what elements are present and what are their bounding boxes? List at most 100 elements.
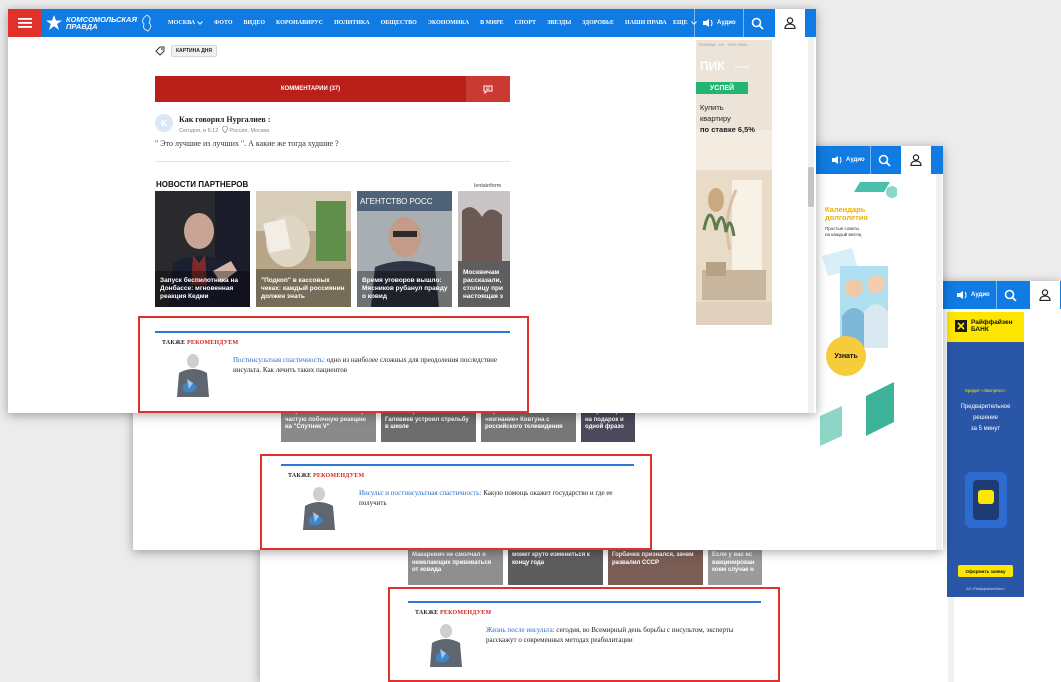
- bank-cta-button[interactable]: Оформить заявку: [958, 565, 1013, 577]
- search-icon: [1004, 289, 1017, 302]
- comment-icon-area: [466, 76, 510, 102]
- speaker-icon: [832, 156, 842, 164]
- menu-item-economy[interactable]: Экономика: [428, 20, 469, 26]
- region-selector[interactable]: Москва: [168, 20, 203, 26]
- also-recommend-block: ТАКЖЕ РЕКОМЕНДУЕМ Жизнь после инсульта: …: [408, 601, 761, 679]
- nav-divider: [996, 281, 997, 309]
- health-ad[interactable]: Календарь долголетия Простые советы на каж…: [820, 176, 897, 461]
- recommend-link[interactable]: Жизнь после инсульта:: [486, 626, 555, 634]
- partner-card-overlay-text: АГЕНТСТВО РОСС: [360, 197, 433, 206]
- comments-button[interactable]: КОММЕНТАРИИ (37): [155, 76, 510, 102]
- user-icon: [784, 17, 796, 29]
- comment-author[interactable]: Как говорил Нургалиев :: [179, 115, 270, 124]
- pik-brand-sub: Ипотека: [734, 64, 750, 69]
- menu-item-foto[interactable]: Фото: [214, 20, 232, 26]
- menu-item-rights[interactable]: Наши права: [625, 20, 667, 26]
- article-tag: КАРТИНА ДНЯ: [155, 45, 217, 57]
- article-thumbnail[interactable]: [295, 486, 343, 530]
- recommend-text: Жизнь после инсульта: сегодня, во Всемир…: [486, 626, 734, 644]
- recommend-link[interactable]: Инсульт и постинсультная спастичность:: [359, 489, 481, 497]
- also-recommend-heading: ТАКЖЕ РЕКОМЕНДУЕМ: [162, 340, 239, 346]
- comments-label: КОММЕНТАРИИ (37): [280, 86, 341, 92]
- scrollbar[interactable]: [808, 37, 814, 413]
- location-icon: [221, 125, 228, 134]
- health-ad-cta[interactable]: Узнать: [826, 336, 866, 376]
- divider: [155, 161, 510, 162]
- comment-text: " Это лучшие из лучших ". А какие же тог…: [155, 139, 339, 148]
- recommend-link[interactable]: Постинсультная спастичность:: [233, 356, 325, 364]
- audio-label: Аудио: [846, 157, 865, 163]
- bank-brand: Райффайзен БАНК: [971, 319, 1013, 333]
- user-icon: [1039, 289, 1051, 301]
- partner-card[interactable]: АГЕНТСТВО РОСС Время уговоров вышло: Мяс…: [357, 191, 452, 307]
- bank-offer: Предварительное решение за 5 минут: [960, 404, 1011, 432]
- site-logo[interactable]: Комсомольская правда: [46, 13, 153, 33]
- main-menu: Москва Фото Видео Коронавирус Политика О…: [168, 9, 667, 37]
- real-estate-ad[interactable]: РЕКЛАМА · 16+ · ООО «ПИК» ПИК Ипотека УС…: [696, 40, 772, 325]
- recommend-text: Инсульт и постинсультная спастичность: К…: [359, 489, 613, 507]
- also-recommend-block: ТАКЖЕ РЕКОМЕНДУЕМ Инсульт и постинсультн…: [281, 464, 634, 542]
- bank-ad[interactable]: Райффайзен БАНК Кредит «Экспресс» Предвар…: [947, 312, 1024, 597]
- pik-badge: УСПЕЙ: [696, 82, 748, 94]
- search-button[interactable]: [1004, 281, 1017, 309]
- pik-offer: Купить квартиру по ставке 6,5%: [700, 103, 755, 134]
- user-button[interactable]: [775, 9, 805, 37]
- menu-item-sport[interactable]: Спорт: [515, 20, 536, 26]
- hamburger-icon: [18, 18, 32, 28]
- avatar: K: [155, 114, 173, 132]
- partner-card[interactable]: "Подкоп" в кассовых чеках: каждый россия…: [256, 191, 351, 307]
- partner-card[interactable]: Горбачев признался, зачем развалил СССР: [608, 549, 703, 585]
- search-icon: [751, 17, 764, 30]
- speaker-icon: [957, 291, 967, 299]
- partners-source-logo[interactable]: lentainform: [474, 183, 501, 189]
- partner-card-caption: Макаревич не смолчал о нежелающих привив…: [412, 552, 492, 573]
- search-button[interactable]: [751, 9, 764, 37]
- search-icon: [878, 154, 891, 167]
- audio-button[interactable]: Аудио: [702, 9, 736, 37]
- partner-news-row: Запуск беспилотника на Донбассе: мгновен…: [155, 191, 510, 307]
- audio-button[interactable]: Аудио: [831, 146, 865, 174]
- partner-card[interactable]: может круто измениться к концу года: [508, 549, 603, 585]
- scrollbar-thumb[interactable]: [808, 167, 814, 207]
- partner-card[interactable]: Макаревич не смолчал о нежелающих привив…: [408, 549, 503, 585]
- speaker-icon: [703, 19, 713, 27]
- user-button[interactable]: [1030, 281, 1060, 309]
- health-ad-title: Календарь долголетия: [825, 205, 868, 222]
- menu-item-health[interactable]: Здоровье: [582, 20, 614, 26]
- partner-news-row: Макаревич не смолчал о нежелающих привив…: [408, 549, 762, 585]
- nav-divider: [694, 9, 695, 37]
- tag-pill[interactable]: КАРТИНА ДНЯ: [171, 45, 217, 57]
- partner-card-caption: Горбачев признался, зачем развалил СССР: [612, 552, 694, 566]
- menu-item-society[interactable]: Общество: [381, 20, 417, 26]
- menu-item-stars[interactable]: Звезды: [547, 20, 571, 26]
- audio-button[interactable]: Аудио: [956, 281, 990, 309]
- article-thumbnail[interactable]: [422, 623, 470, 667]
- menu-item-video[interactable]: Видео: [244, 20, 265, 26]
- bank-product: Кредит «Экспресс»: [965, 388, 1006, 393]
- bank-logo-icon: [955, 320, 967, 332]
- logo-star-icon: [46, 15, 62, 30]
- partner-card-caption: может круто измениться к концу года: [512, 552, 590, 566]
- menu-item-politics[interactable]: Политика: [334, 20, 370, 26]
- article-thumbnail[interactable]: [169, 353, 217, 397]
- also-recommend-heading: ТАКЖЕ РЕКОМЕНДУЕМ: [415, 610, 492, 616]
- partner-card[interactable]: Москвичам рассказали, столицу при настоя…: [458, 191, 510, 307]
- comment-meta: Сегодня, в 6:12 Россия, Москва: [179, 125, 270, 134]
- partner-card[interactable]: Запуск беспилотника на Донбассе: мгновен…: [155, 191, 250, 307]
- partner-card-caption: Запуск беспилотника на Донбассе: мгновен…: [160, 277, 238, 300]
- search-button[interactable]: [878, 146, 891, 174]
- menu-item-world[interactable]: В мире: [480, 20, 504, 26]
- menu-item-coronavirus[interactable]: Коронавирус: [276, 20, 323, 26]
- user-icon: [910, 154, 922, 166]
- user-button[interactable]: [901, 146, 931, 174]
- scrollbar[interactable]: [936, 174, 942, 550]
- also-recommend-heading: ТАКЖЕ РЕКОМЕНДУЕМ: [288, 473, 365, 479]
- partner-card-caption: Время уговоров вышло: Мясников рубанул п…: [362, 277, 448, 300]
- partner-card-caption: Если у вас ес вакцинирован коем случае н: [712, 552, 755, 573]
- partner-card[interactable]: Если у вас ес вакцинирован коем случае н: [708, 549, 762, 585]
- partner-card-caption: "Подкоп" в кассовых чеках: каждый россия…: [261, 277, 345, 300]
- chevron-down-icon: [197, 21, 203, 25]
- menu-button[interactable]: [8, 9, 42, 37]
- also-recommend-block: ТАКЖЕ РЕКОМЕНДУЕМ Постинсультная спастич…: [155, 331, 510, 401]
- partner-card-caption: Москвичам рассказали, столицу при настоя…: [463, 269, 503, 300]
